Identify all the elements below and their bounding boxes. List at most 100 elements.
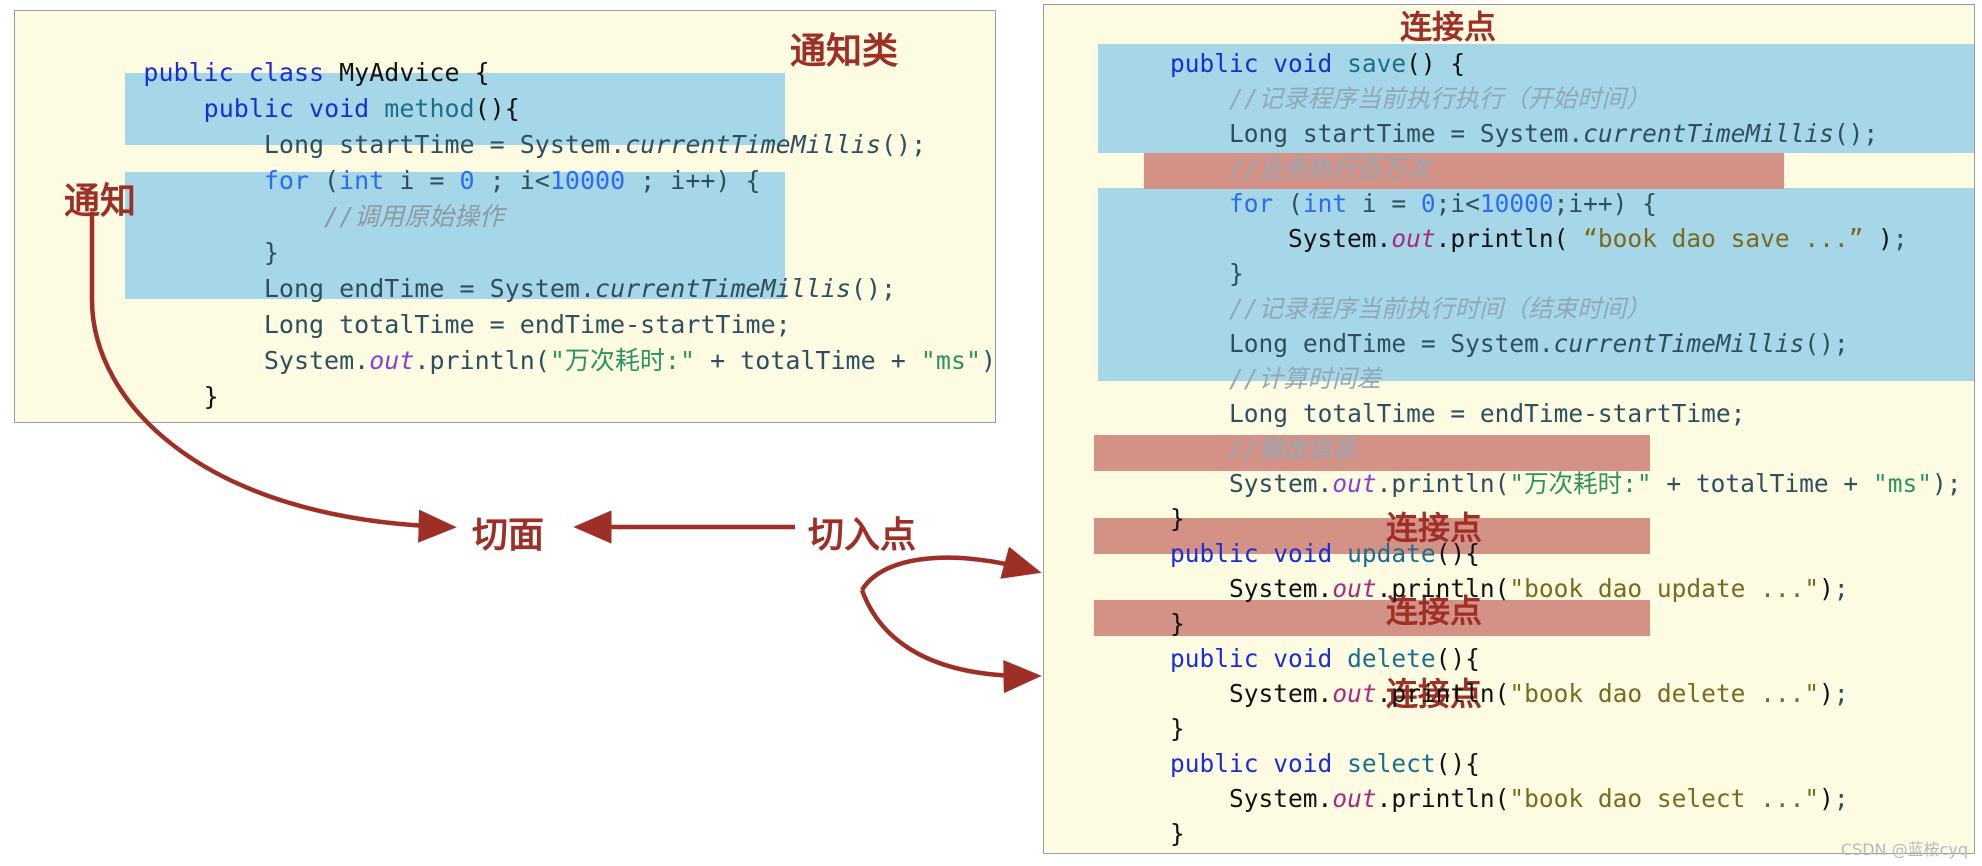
arrow-pointcut-to-delete — [859, 589, 1042, 694]
token-comment: //计算时间差 — [1229, 364, 1382, 393]
token-var: endTime — [1302, 329, 1407, 358]
token-type: Long — [1229, 399, 1289, 428]
label-advice-class: 通知类 — [790, 31, 899, 72]
token-keyword: void — [1273, 644, 1333, 673]
label-aspect: 切面 — [472, 515, 545, 556]
token-comment: //记录程序当前执行执行（开始时间） — [1229, 84, 1651, 113]
token-field: out — [1332, 784, 1377, 813]
token-method: currentTimeMillis — [1553, 329, 1805, 358]
token-method: println — [1391, 469, 1495, 498]
token-var: totalTime — [1695, 469, 1829, 498]
token-number: 10000 — [549, 166, 626, 195]
token-string: "book dao update ..." — [1509, 574, 1820, 603]
token-class: System — [1450, 329, 1539, 358]
label-joinpoint-save: 连接点 — [1400, 8, 1497, 46]
token-methodname: method — [384, 94, 475, 123]
token-method: println — [1450, 224, 1554, 253]
token-comment: //输出信息 — [1229, 434, 1357, 463]
token-class: System — [1229, 469, 1318, 498]
token-methodname: delete — [1347, 644, 1436, 673]
token-comment: //记录程序当前执行时间（结束时间） — [1229, 294, 1651, 323]
token-keyword: for — [263, 166, 309, 195]
token-var: startTime — [339, 130, 475, 159]
token-brace: { — [459, 58, 490, 87]
token-keyword: for — [1229, 189, 1274, 218]
token-keyword: void — [309, 94, 370, 123]
token-string: "ms" — [920, 346, 982, 375]
token-method: currentTimeMillis — [595, 274, 851, 303]
code-line: public void save() { — [1052, 11, 1974, 78]
token-class: System — [489, 274, 580, 303]
token-keyword: int — [339, 166, 385, 195]
token-punct: () { — [1406, 49, 1466, 78]
token-class: System — [1229, 574, 1318, 603]
token-string: "万次耗时:" — [549, 346, 696, 375]
token-var: startTime — [640, 310, 776, 339]
token-method: println — [1391, 784, 1495, 813]
token-punct: (){ — [1435, 749, 1480, 778]
token-keyword: void — [1273, 49, 1333, 78]
token-string: "book dao select ..." — [1509, 784, 1820, 813]
token-method: currentTimeMillis — [625, 130, 881, 159]
token-keyword: public — [1170, 644, 1259, 673]
code-line: public void delete(){ — [1052, 606, 1974, 673]
code-line: public void select(){ — [1052, 711, 1974, 778]
token-type: Long — [263, 310, 325, 339]
token-var: totalTime — [1302, 399, 1436, 428]
token-field: out — [1332, 574, 1377, 603]
diagram-root: public class MyAdvice { public void meth… — [0, 0, 1982, 866]
token-field: out — [1332, 469, 1377, 498]
token-string: "万次耗时:" — [1509, 469, 1652, 498]
token-var: totalTime — [740, 346, 876, 375]
token-keyword: int — [1302, 189, 1348, 218]
token-class: System — [1229, 784, 1318, 813]
token-type: Long — [1229, 119, 1289, 148]
token-string: “book dao save ...” — [1583, 224, 1864, 253]
token-number: 0 — [1420, 189, 1436, 218]
bookdao-code-panel: public void save() { //记录程序当前执行执行（开始时间） … — [1043, 4, 1975, 854]
label-advice: 通知 — [64, 181, 137, 222]
token-string: "book dao delete ..." — [1509, 679, 1820, 708]
token-keyword: public — [1170, 49, 1259, 78]
code-line: public void update(){ — [1052, 501, 1974, 568]
token-punct: (){ — [1435, 539, 1480, 568]
token-type: Long — [263, 130, 325, 159]
token-class: System — [1288, 224, 1377, 253]
token-methodname: update — [1347, 539, 1436, 568]
token-var: startTime — [1302, 119, 1436, 148]
token-punct: (){ — [1435, 644, 1480, 673]
token-field: out — [1332, 679, 1377, 708]
token-method: currentTimeMillis — [1583, 119, 1834, 148]
token-string: "ms" — [1872, 469, 1932, 498]
token-methodname: save — [1347, 49, 1407, 78]
token-punct: (){ — [474, 94, 520, 123]
token-keyword: class — [248, 58, 325, 87]
token-var: totalTime — [339, 310, 475, 339]
token-var: startTime — [1597, 399, 1731, 428]
token-var: endTime — [519, 310, 626, 339]
token-class: System — [519, 130, 611, 159]
token-class: System — [1479, 119, 1569, 148]
token-keyword: void — [1273, 539, 1333, 568]
token-type: Long — [263, 274, 325, 303]
token-keyword: public — [203, 94, 294, 123]
token-keyword: void — [1273, 749, 1333, 778]
token-number: 0 — [459, 166, 475, 195]
token-method: println — [429, 346, 535, 375]
watermark: CSDN @蓝桉cyq — [1840, 840, 1968, 859]
token-field: out — [1391, 224, 1436, 253]
token-comment: //业务执行百万次 — [1229, 154, 1431, 183]
token-class: System — [263, 346, 355, 375]
token-comment: //调用原始操作 — [324, 202, 505, 231]
token-method: println — [1391, 574, 1495, 603]
token-number: 10000 — [1479, 189, 1554, 218]
token-keyword: public — [143, 58, 234, 87]
token-method: println — [1391, 679, 1495, 708]
token-class: System — [1229, 679, 1318, 708]
token-var: endTime — [1479, 399, 1584, 428]
token-classname: MyAdvice — [339, 58, 460, 87]
arrow-pointcut-to-update — [860, 546, 1042, 592]
token-keyword: public — [1170, 539, 1259, 568]
token-methodname: select — [1347, 749, 1436, 778]
token-keyword: public — [1170, 749, 1259, 778]
